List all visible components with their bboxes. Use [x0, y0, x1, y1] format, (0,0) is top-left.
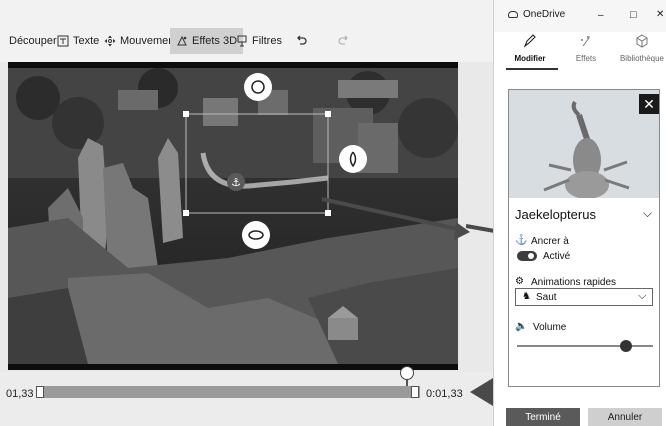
- volume-label: Volume: [533, 322, 567, 333]
- redo-button[interactable]: [338, 30, 350, 52]
- jump-icon: ♞: [522, 291, 531, 302]
- cube-icon: [636, 34, 648, 48]
- text-icon: [57, 35, 69, 47]
- redo-icon: [338, 35, 348, 45]
- volume-slider-thumb[interactable]: [619, 340, 632, 352]
- tab-modifier[interactable]: Modifier: [502, 34, 558, 63]
- effect-card: ✕ Jaekelopterus ⌵ ⚓ Ancrer à Activé ⚙ An…: [508, 89, 660, 387]
- trim-tool-button[interactable]: Découper: [9, 30, 57, 52]
- tab-modifier-label: Modifier: [514, 54, 546, 63]
- edit-toolbar: Découper Texte Mouvement Effets 3D Filtr…: [0, 0, 493, 62]
- effects-panel: OneDrive – □ ✕ Modifier Effets Bibliothè…: [493, 0, 666, 426]
- select-chevron-icon: ⌵: [638, 290, 647, 302]
- effect-thumbnail: ✕: [509, 90, 659, 198]
- svg-text:⚓: ⚓: [231, 176, 241, 189]
- motion-tool-button[interactable]: Mouvement: [104, 30, 177, 52]
- minimize-button[interactable]: –: [598, 10, 604, 21]
- pencil-icon: [523, 34, 536, 48]
- text-tool-label: Texte: [73, 35, 100, 47]
- filter-icon: [237, 35, 247, 47]
- trim-start-handle[interactable]: [36, 386, 44, 398]
- tab-effets[interactable]: Effets: [558, 34, 614, 63]
- toggle-state-label: Activé: [543, 251, 571, 262]
- text-tool-button[interactable]: Texte: [57, 30, 99, 52]
- window-title: OneDrive: [523, 9, 566, 20]
- effect-name: Jaekelopterus: [515, 207, 596, 222]
- toggle-knob: [528, 253, 534, 259]
- window-titlebar: OneDrive – □ ✕: [494, 0, 666, 32]
- animations-label: Animations rapides: [531, 277, 617, 288]
- quick-animation-icon: ⚙: [515, 276, 524, 287]
- end-time: 0:01,33: [426, 388, 463, 400]
- 3d-effects-icon: [177, 35, 187, 46]
- animation-select[interactable]: ♞ Saut ⌵: [515, 288, 653, 306]
- filters-tool-button[interactable]: Filtres: [236, 30, 282, 52]
- scorpion-3d-model-image: [509, 90, 659, 198]
- chevron-down-icon[interactable]: ⌵: [643, 206, 652, 221]
- video-editor: Découper Texte Mouvement Effets 3D Filtr…: [0, 0, 493, 426]
- effects-3d-tool-label: Effets 3D: [192, 35, 238, 47]
- close-icon: ✕: [643, 96, 655, 112]
- timeline-track[interactable]: [36, 386, 420, 398]
- active-tab-underline: [506, 68, 558, 70]
- anchor-icon: ⚓: [515, 235, 528, 246]
- move-icon: [104, 35, 116, 47]
- motion-tool-label: Mouvement: [120, 35, 178, 47]
- undo-icon: [297, 35, 307, 45]
- start-time: 01,33: [6, 388, 34, 400]
- cancel-button[interactable]: Annuler: [588, 408, 662, 426]
- anchor-label: Ancrer à: [531, 236, 569, 247]
- undo-button[interactable]: [295, 30, 307, 52]
- trim-end-handle[interactable]: [411, 386, 419, 398]
- sparkle-icon: [581, 36, 590, 47]
- playhead-handle[interactable]: [400, 366, 414, 380]
- remove-effect-button[interactable]: ✕: [639, 94, 659, 114]
- tab-bibliotheque-label: Bibliothèque: [619, 54, 665, 63]
- volume-slider-track[interactable]: [517, 345, 653, 347]
- timeline: 01,33 0:01,33: [0, 366, 493, 426]
- onedrive-icon: [508, 11, 518, 18]
- anchor-toggle[interactable]: [517, 251, 537, 261]
- aerial-castle-scene: ⚓: [8, 68, 458, 364]
- tab-bibliotheque[interactable]: Bibliothèque: [614, 34, 666, 63]
- video-preview[interactable]: ⚓: [8, 62, 458, 370]
- animation-selected-value: Saut: [536, 292, 557, 303]
- trim-tool-label: Découper: [9, 35, 57, 47]
- tab-effets-label: Effets: [575, 54, 597, 63]
- done-button[interactable]: Terminé: [506, 408, 580, 426]
- filters-tool-label: Filtres: [252, 35, 282, 47]
- maximize-button[interactable]: □: [630, 9, 637, 21]
- close-window-button[interactable]: ✕: [656, 9, 664, 20]
- effects-3d-tool-button[interactable]: Effets 3D: [170, 28, 244, 54]
- speaker-icon: 🔈: [515, 321, 528, 332]
